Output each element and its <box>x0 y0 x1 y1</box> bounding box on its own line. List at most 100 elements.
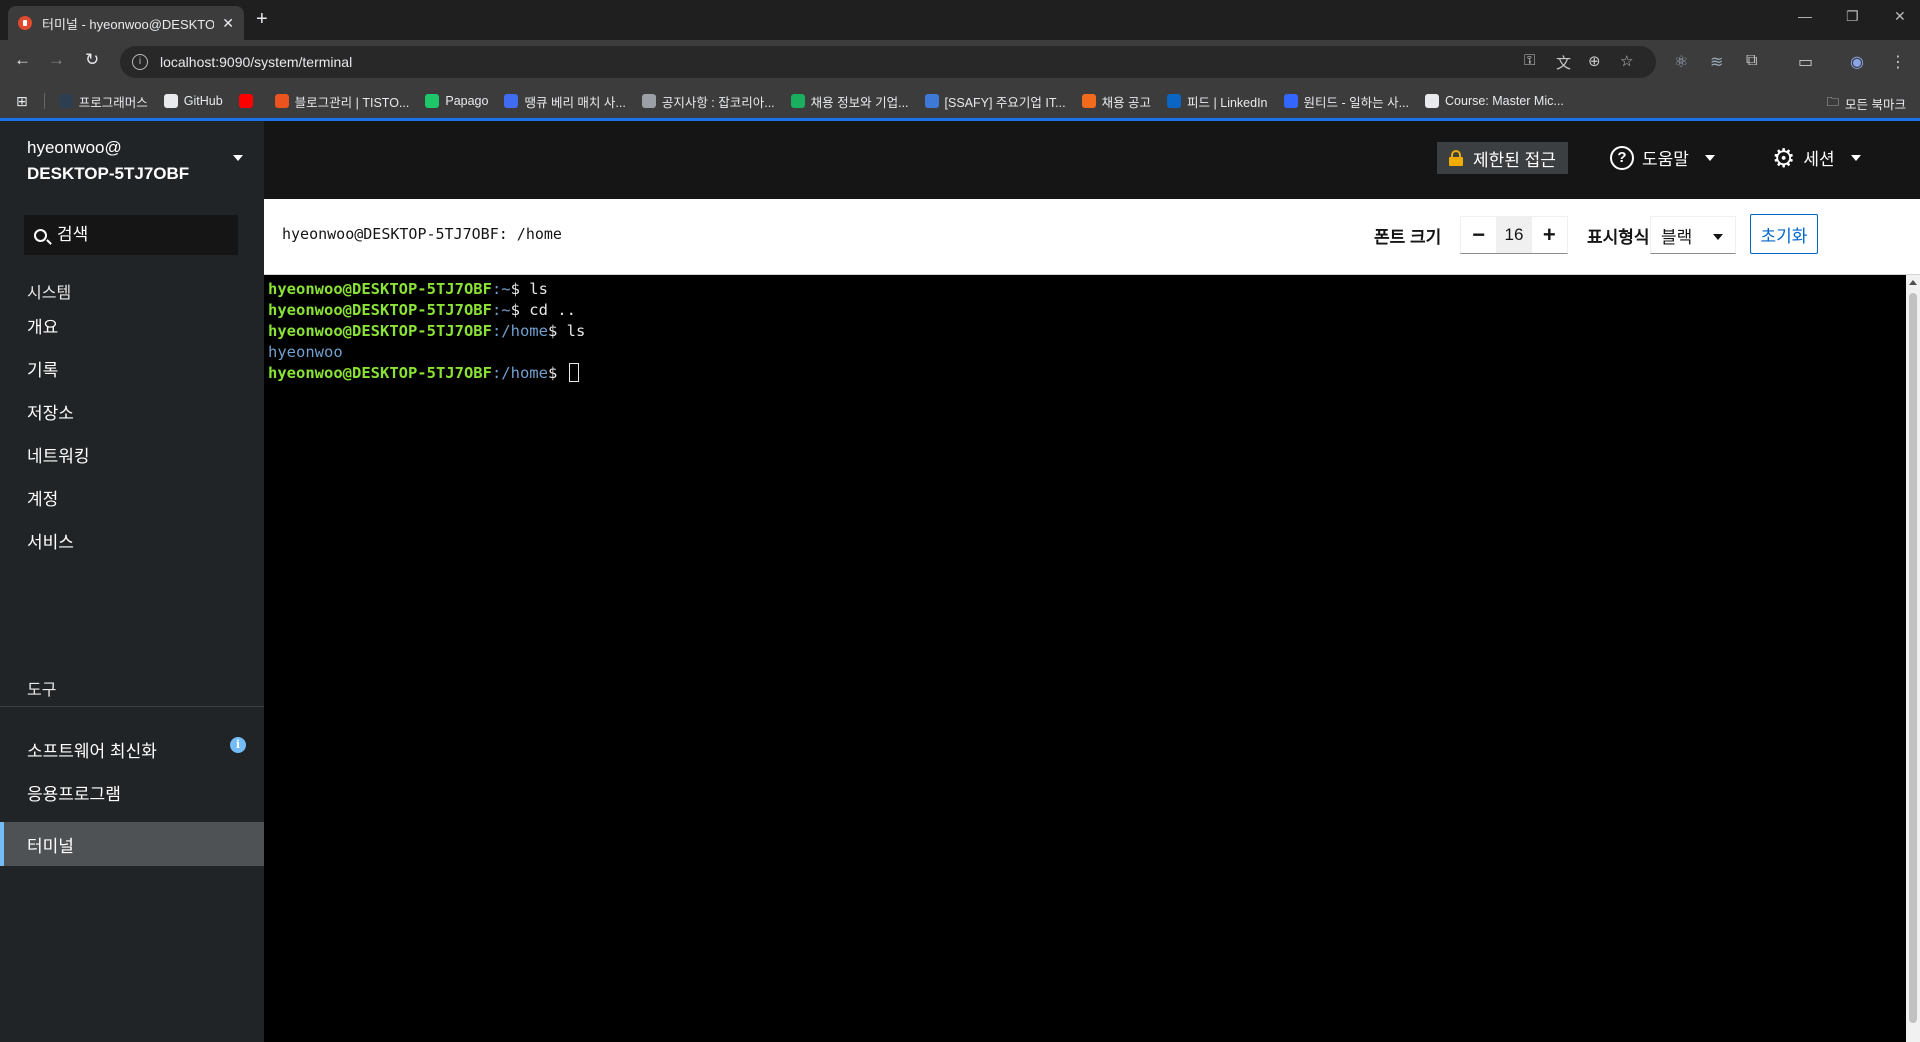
help-menu-button[interactable]: ? 도움말 <box>1610 145 1715 170</box>
restore-icon[interactable]: ❐ <box>1846 8 1859 25</box>
bookmark-favicon-icon <box>274 94 289 108</box>
sidebar-item-terminal[interactable]: 터미널 <box>0 822 264 866</box>
lock-icon <box>1449 150 1463 166</box>
host-name: DESKTOP-5TJ7OBF <box>27 164 190 183</box>
update-info-icon: i <box>230 737 246 753</box>
window-close-icon[interactable]: ✕ <box>1894 8 1906 25</box>
bookmark-item[interactable]: Papago <box>425 94 488 108</box>
restricted-access-label: 제한된 접근 <box>1473 150 1556 170</box>
terminal-header: hyeonwoo@DESKTOP-5TJ7OBF: /home 폰트 크기 − … <box>264 199 1920 275</box>
section-system-heading: 시스템 <box>27 285 72 302</box>
terminal-line: hyeonwoo@DESKTOP-5TJ7OBF:~$ cd .. <box>268 300 1902 321</box>
session-label: 세션 <box>1803 150 1835 169</box>
scroll-thumb[interactable] <box>1909 293 1917 1023</box>
theme-select[interactable]: 블랙 <box>1650 216 1736 254</box>
address-bar[interactable]: i localhost:9090/system/terminal ⚿ 文 ⊕ ☆ <box>120 46 1656 78</box>
apps-grid-icon[interactable]: ⊞ <box>16 93 28 110</box>
sidebar-search[interactable] <box>24 215 238 255</box>
bookmark-favicon-icon <box>1167 94 1182 108</box>
host-caret-icon[interactable] <box>233 155 243 161</box>
sidebar-item-overview[interactable]: 개요 <box>0 303 264 347</box>
bookmark-favicon-icon <box>1425 94 1440 108</box>
zoom-icon[interactable]: ⊕ <box>1588 52 1601 70</box>
theme-label: 표시형식 <box>1587 228 1650 247</box>
terminal-screen[interactable]: hyeonwoo@DESKTOP-5TJ7OBF:~$ ls hyeonwoo@D… <box>264 275 1906 1042</box>
profile-avatar-icon[interactable]: ◉ <box>1850 52 1864 72</box>
translate-icon[interactable]: 文 <box>1556 52 1571 73</box>
bookmark-item[interactable]: 땡큐 베리 매치 사... <box>504 92 626 111</box>
scroll-up-icon[interactable] <box>1909 280 1917 285</box>
bookmark-item[interactable]: 프로그래머스 <box>58 92 148 111</box>
browser-tab[interactable]: 터미널 - hyeonwoo@DESKTOP-5TJ7OBF ✕ <box>8 6 244 40</box>
sidebar-item-services[interactable]: 서비스 <box>0 518 264 562</box>
section-tools-heading: 도구 <box>27 682 57 699</box>
chevron-down-icon <box>1713 234 1723 240</box>
browser-menu-icon[interactable]: ⋮ <box>1890 52 1906 72</box>
tab-search-icon[interactable]: ▭ <box>1798 52 1813 72</box>
bookmark-item[interactable]: 블로그관리 | TISTO... <box>274 92 409 111</box>
font-size-label: 폰트 크기 <box>1374 228 1442 247</box>
tab-title: 터미널 - hyeonwoo@DESKTOP-5TJ7OBF <box>42 16 215 32</box>
font-size-value[interactable]: 16 <box>1496 217 1532 253</box>
sidebar-item-storage[interactable]: 저장소 <box>0 389 264 433</box>
minimize-icon[interactable]: — <box>1798 8 1812 24</box>
tab-close-icon[interactable]: ✕ <box>222 15 234 32</box>
help-question-icon: ? <box>1610 145 1634 170</box>
new-tab-button[interactable]: + <box>256 8 268 31</box>
react-devtools-icon[interactable]: ⚛ <box>1674 52 1688 72</box>
sidebar-item-software-updates[interactable]: 소프트웨어 최신화 <box>0 727 264 771</box>
bookmark-favicon-icon <box>1283 94 1298 108</box>
bookmark-favicon-icon <box>790 94 805 108</box>
cockpit-favicon-icon <box>18 16 32 30</box>
bookmark-item[interactable]: 공지사항 : 잡코리아... <box>641 92 775 111</box>
font-increase-button[interactable]: + <box>1531 217 1567 253</box>
folder-icon: 🗀 <box>1826 95 1840 109</box>
cockpit-sidebar: hyeonwoo@ DESKTOP-5TJ7OBF 시스템 개요 기록 저장소 … <box>0 121 264 1042</box>
sidebar-item-label: 소프트웨어 최신화 <box>27 741 157 761</box>
reset-button[interactable]: 초기화 <box>1750 214 1818 254</box>
bookmark-item[interactable]: 채용 정보와 기업... <box>790 92 909 111</box>
reload-icon[interactable]: ↻ <box>85 50 99 70</box>
bookmarks-bar: ⊞ 프로그래머스 GitHub 블로그관리 | TISTO... Papago 땡큐 베… <box>0 84 1920 118</box>
back-arrow-icon[interactable]: ← <box>14 50 31 70</box>
bookmark-item[interactable]: 채용 공고 <box>1081 92 1151 111</box>
font-decrease-button[interactable]: − <box>1461 217 1497 253</box>
bookmark-item[interactable]: 피드 | LinkedIn <box>1167 92 1268 111</box>
terminal-command: $ ls <box>510 280 548 298</box>
sidebar-item-logs[interactable]: 기록 <box>0 346 264 390</box>
chevron-down-icon <box>1850 154 1861 161</box>
bookmark-item[interactable]: Course: Master Mic... <box>1425 94 1564 108</box>
bookmark-favicon-icon <box>1081 94 1096 108</box>
password-key-icon[interactable]: ⚿ <box>1524 52 1535 69</box>
chevron-down-icon <box>1704 154 1715 161</box>
browser-tab-strip: 터미널 - hyeonwoo@DESKTOP-5TJ7OBF ✕ + — ❐ ✕ <box>0 0 1920 40</box>
bookmark-item[interactable]: 원티드 - 일하는 사... <box>1283 92 1409 111</box>
search-input[interactable] <box>57 225 217 245</box>
all-bookmarks-folder[interactable]: 🗀 모든 북마크 <box>1827 93 1907 114</box>
terminal-scrollbar[interactable] <box>1906 275 1920 1042</box>
terminal-path-title: hyeonwoo@DESKTOP-5TJ7OBF: /home <box>282 225 562 243</box>
browser-toolbar: ← → ↻ i localhost:9090/system/terminal ⚿… <box>0 40 1920 84</box>
prompt-path: :/home <box>491 322 548 340</box>
bookmark-item[interactable]: [SSAFY] 주요기업 IT... <box>924 92 1066 111</box>
sidebar-item-accounts[interactable]: 계정 <box>0 475 264 519</box>
bookmark-item[interactable]: GitHub <box>163 94 223 108</box>
bookmark-item[interactable] <box>238 94 259 108</box>
sidebar-divider <box>0 706 264 707</box>
url-text[interactable]: localhost:9090/system/terminal <box>160 54 352 70</box>
session-menu-button[interactable]: ⚙ 세션 <box>1772 145 1861 171</box>
extensions-puzzle-icon[interactable]: ⧉ <box>1746 52 1757 70</box>
host-switcher[interactable]: hyeonwoo@ DESKTOP-5TJ7OBF <box>27 135 189 187</box>
bookmark-label: 땡큐 베리 매치 사... <box>524 95 626 110</box>
site-info-icon[interactable]: i <box>132 54 148 70</box>
sidebar-item-applications[interactable]: 응용프로그램 <box>0 770 264 814</box>
extension-wave-icon[interactable]: ≋ <box>1710 52 1723 72</box>
sidebar-item-networking[interactable]: 네트워킹 <box>0 432 264 476</box>
restricted-access-button[interactable]: 제한된 접근 <box>1437 142 1568 174</box>
help-label: 도움말 <box>1642 150 1689 169</box>
bookmark-label: 공지사항 : 잡코리아... <box>661 95 775 110</box>
all-bookmarks-label: 모든 북마크 <box>1845 98 1906 112</box>
forward-arrow-icon[interactable]: → <box>48 50 65 70</box>
terminal-line: hyeonwoo@DESKTOP-5TJ7OBF:/home$ ls <box>268 321 1902 342</box>
bookmark-star-icon[interactable]: ☆ <box>1620 52 1633 70</box>
